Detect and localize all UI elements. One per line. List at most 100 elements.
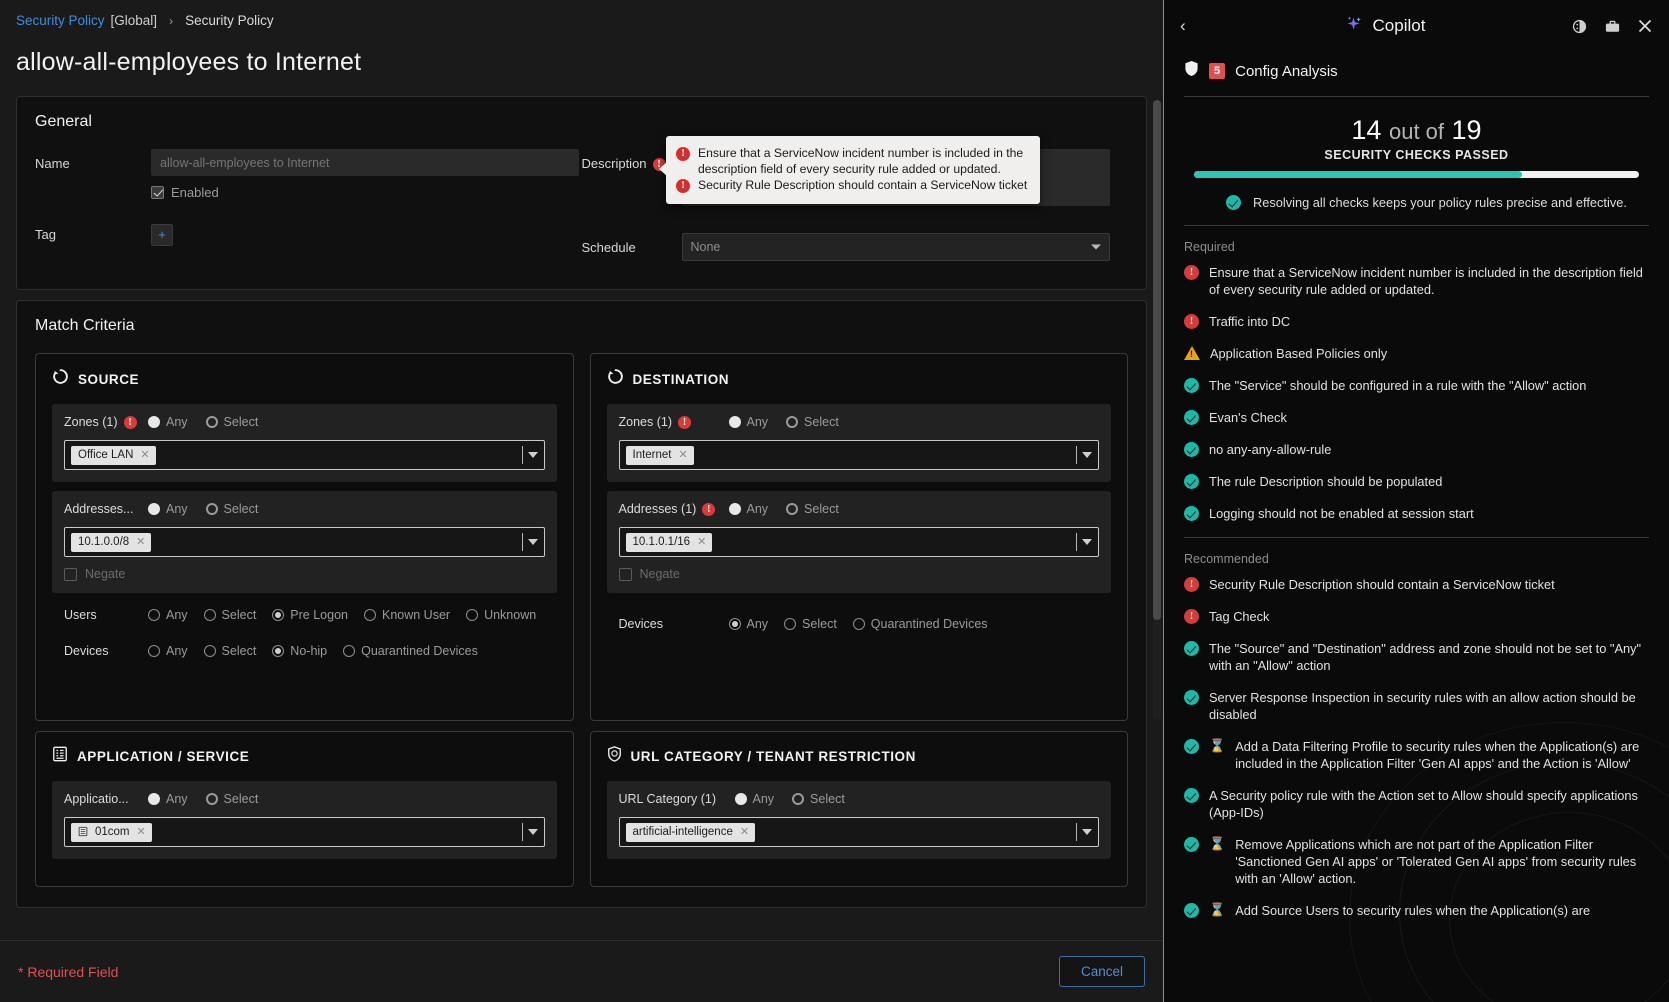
check-circle-icon bbox=[1184, 641, 1199, 656]
check-item[interactable]: no any-any-allow-rule bbox=[1184, 441, 1649, 458]
enabled-checkbox-row[interactable]: Enabled bbox=[151, 185, 582, 200]
url-category-select-radio[interactable]: Select bbox=[792, 792, 845, 806]
url-category-token-input[interactable]: artificial-intelligence ✕ bbox=[619, 817, 1100, 847]
main-scrollbar[interactable] bbox=[1153, 100, 1161, 720]
url-category-any-radio[interactable]: Any bbox=[735, 792, 775, 806]
check-item[interactable]: ⌛Remove Applications which are not part … bbox=[1184, 836, 1649, 887]
token-remove-icon[interactable]: ✕ bbox=[140, 448, 149, 461]
source-devices-select-radio[interactable]: Select bbox=[204, 644, 257, 658]
source-addresses-select-radio[interactable]: Select bbox=[206, 502, 259, 516]
destination-zones-any-radio[interactable]: Any bbox=[729, 415, 769, 429]
divider bbox=[522, 446, 523, 464]
cancel-button[interactable]: Cancel bbox=[1059, 956, 1145, 987]
check-item[interactable]: !Security Rule Description should contai… bbox=[1184, 576, 1649, 593]
token-remove-icon[interactable]: ✕ bbox=[136, 535, 145, 548]
destination-addresses-token-input[interactable]: 10.1.0.1/16 ✕ bbox=[619, 527, 1100, 557]
source-addresses-dropdown-toggle[interactable] bbox=[522, 528, 538, 556]
destination-zones-select-radio[interactable]: Select bbox=[786, 415, 839, 429]
source-addresses-any-radio[interactable]: Any bbox=[148, 502, 188, 516]
breadcrumb-root-link[interactable]: Security Policy bbox=[16, 13, 105, 28]
token-label: 01com bbox=[95, 826, 130, 838]
radio-ring-icon bbox=[343, 645, 355, 657]
main-scrollbar-thumb[interactable] bbox=[1153, 100, 1161, 620]
close-icon[interactable] bbox=[1637, 18, 1653, 34]
source-addresses-group: Addresses... Any Select bbox=[52, 491, 557, 593]
token[interactable]: Office LAN ✕ bbox=[71, 446, 156, 465]
application-select-radio[interactable]: Select bbox=[206, 792, 259, 806]
check-item[interactable]: The "Service" should be configured in a … bbox=[1184, 377, 1649, 394]
chevron-left-icon[interactable]: ‹ bbox=[1180, 16, 1198, 36]
radio-selected-icon bbox=[272, 645, 284, 657]
token[interactable]: artificial-intelligence ✕ bbox=[626, 823, 756, 842]
token-remove-icon[interactable]: ✕ bbox=[679, 448, 688, 461]
token[interactable]: 01com ✕ bbox=[71, 823, 152, 842]
check-item[interactable]: The rule Description should be populated bbox=[1184, 473, 1649, 490]
copilot-panel: ‹ Copilot 5 Config Analysis 1 bbox=[1163, 0, 1669, 1002]
source-users-select-radio[interactable]: Select bbox=[204, 608, 257, 622]
add-tag-button[interactable]: + bbox=[151, 224, 173, 246]
check-item[interactable]: Logging should not be enabled at session… bbox=[1184, 505, 1649, 522]
application-any-radio[interactable]: Any bbox=[148, 792, 188, 806]
application-dropdown-toggle[interactable] bbox=[522, 818, 538, 846]
schedule-select[interactable]: None bbox=[682, 233, 1110, 261]
token[interactable]: 10.1.0.0/8 ✕ bbox=[71, 533, 151, 552]
application-token-input[interactable]: 01com ✕ bbox=[64, 817, 545, 847]
source-users-unknown-radio[interactable]: Unknown bbox=[466, 608, 536, 622]
enabled-checkbox[interactable] bbox=[151, 186, 164, 199]
source-users-prelogon-radio[interactable]: Pre Logon bbox=[272, 608, 348, 622]
source-zones-any-radio[interactable]: Any bbox=[148, 415, 188, 429]
source-zones-select-radio[interactable]: Select bbox=[206, 415, 259, 429]
source-users-knownuser-radio[interactable]: Known User bbox=[364, 608, 450, 622]
chevron-down-icon bbox=[1082, 829, 1092, 835]
token[interactable]: 10.1.0.1/16 ✕ bbox=[626, 533, 713, 552]
destination-negate-checkbox[interactable] bbox=[619, 568, 632, 581]
chevron-right-icon: › bbox=[163, 14, 179, 28]
check-item[interactable]: Application Based Policies only bbox=[1184, 345, 1649, 362]
check-item[interactable]: ⌛Add Source Users to security rules when… bbox=[1184, 902, 1649, 919]
source-zones-dropdown-toggle[interactable] bbox=[522, 441, 538, 469]
check-item[interactable]: Evan's Check bbox=[1184, 409, 1649, 426]
source-devices-nohip-radio[interactable]: No-hip bbox=[272, 644, 327, 658]
destination-zones-dropdown-toggle[interactable] bbox=[1076, 441, 1092, 469]
check-item[interactable]: !Tag Check bbox=[1184, 608, 1649, 625]
token-remove-icon[interactable]: ✕ bbox=[697, 535, 706, 548]
radio-ring-icon bbox=[466, 609, 478, 621]
source-arrow-icon bbox=[52, 368, 69, 390]
token-remove-icon[interactable]: ✕ bbox=[740, 825, 749, 838]
source-devices-any-radio[interactable]: Any bbox=[148, 644, 188, 658]
check-item[interactable]: A Security policy rule with the Action s… bbox=[1184, 787, 1649, 821]
token[interactable]: Internet ✕ bbox=[626, 446, 694, 465]
destination-devices-select-radio[interactable]: Select bbox=[784, 617, 837, 631]
destination-devices-quarantined-radio[interactable]: Quarantined Devices bbox=[853, 617, 988, 631]
source-zones-token-input[interactable]: Office LAN ✕ bbox=[64, 440, 545, 470]
source-users-any-label: Any bbox=[166, 608, 188, 622]
destination-addresses-any-radio[interactable]: Any bbox=[729, 502, 769, 516]
source-users-any-radio[interactable]: Any bbox=[148, 608, 188, 622]
destination-addresses-dropdown-toggle[interactable] bbox=[1076, 528, 1092, 556]
destination-addresses-select-radio[interactable]: Select bbox=[786, 502, 839, 516]
destination-negate-row[interactable]: Negate bbox=[619, 567, 1100, 581]
source-negate-row[interactable]: Negate bbox=[64, 567, 545, 581]
source-negate-checkbox[interactable] bbox=[64, 568, 77, 581]
destination-column: DESTINATION Zones (1)! Any bbox=[590, 353, 1129, 887]
url-category-any-label: Any bbox=[753, 792, 775, 806]
token-remove-icon[interactable]: ✕ bbox=[137, 825, 146, 838]
copilot-header: ‹ Copilot bbox=[1164, 0, 1669, 52]
check-item[interactable]: The "Source" and "Destination" address a… bbox=[1184, 640, 1649, 674]
token-label: 10.1.0.0/8 bbox=[78, 536, 129, 548]
source-addresses-token-input[interactable]: 10.1.0.0/8 ✕ bbox=[64, 527, 545, 557]
check-item[interactable]: !Traffic into DC bbox=[1184, 313, 1649, 330]
check-item[interactable]: ⌛Add a Data Filtering Profile to securit… bbox=[1184, 738, 1649, 772]
destination-devices-any-radio[interactable]: Any bbox=[729, 617, 769, 631]
source-devices-quarantined-radio[interactable]: Quarantined Devices bbox=[343, 644, 478, 658]
chevron-down-icon bbox=[528, 539, 538, 545]
name-input[interactable] bbox=[151, 149, 579, 176]
theme-icon[interactable] bbox=[1571, 18, 1588, 35]
briefcase-icon[interactable] bbox=[1604, 18, 1621, 35]
source-addresses-label: Addresses... bbox=[64, 502, 148, 516]
check-item[interactable]: Server Response Inspection in security r… bbox=[1184, 689, 1649, 723]
url-category-dropdown-toggle[interactable] bbox=[1076, 818, 1092, 846]
radio-ring-icon bbox=[364, 609, 376, 621]
destination-zones-token-input[interactable]: Internet ✕ bbox=[619, 440, 1100, 470]
check-item[interactable]: !Ensure that a ServiceNow incident numbe… bbox=[1184, 264, 1649, 298]
